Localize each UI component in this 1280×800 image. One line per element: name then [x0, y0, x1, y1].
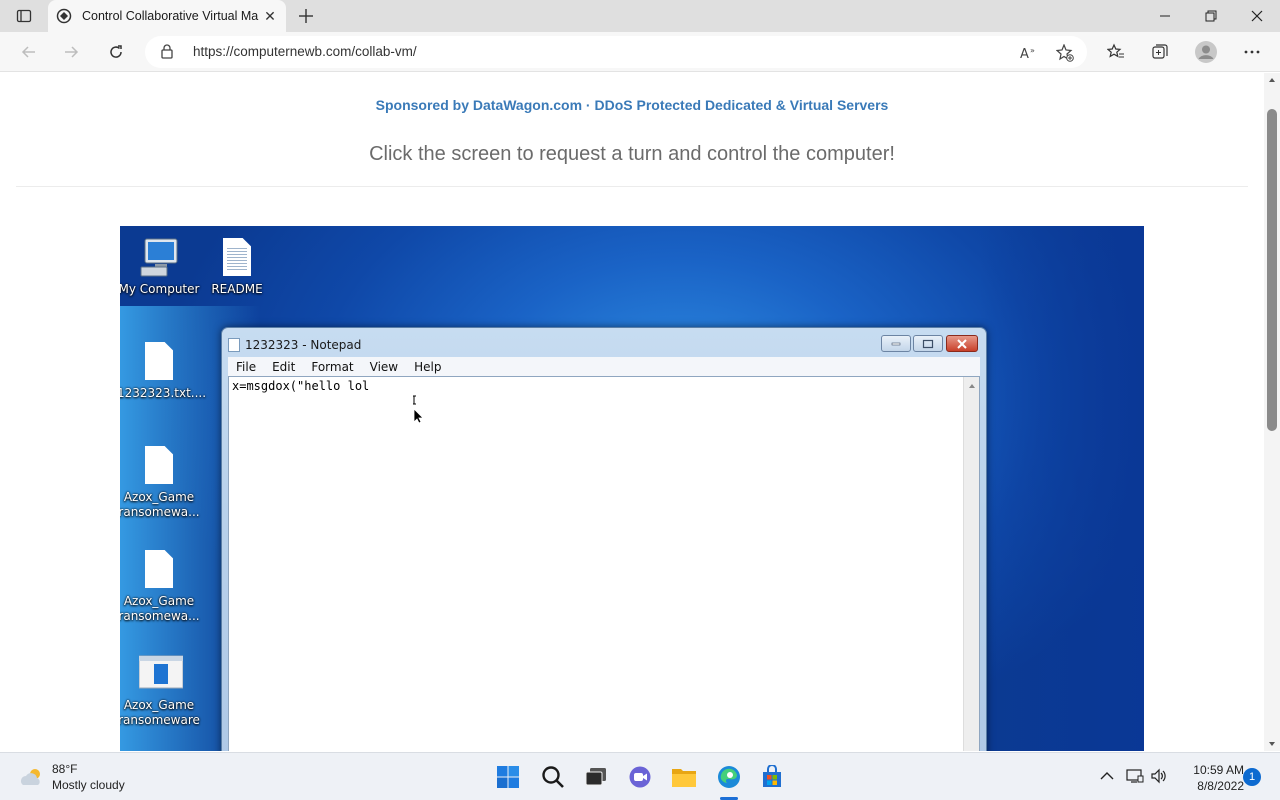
desktop-icon-label: Azox_Game ransomeware — [120, 698, 200, 727]
search-icon[interactable] — [539, 763, 567, 791]
desktop-icon-readme[interactable]: README — [195, 236, 279, 297]
svg-text:A: A — [1020, 47, 1029, 61]
menu-edit[interactable]: Edit — [264, 360, 303, 374]
more-options-icon[interactable] — [1238, 38, 1266, 66]
start-icon[interactable] — [494, 763, 522, 791]
lock-icon[interactable] — [161, 44, 173, 64]
notepad-title: 1232323 - Notepad — [245, 338, 362, 352]
taskbar: 88°F Mostly cloudy 10:59 AM 8/8/2022 1 — [0, 752, 1280, 800]
notepad-close-button[interactable] — [946, 335, 978, 352]
file-icon — [139, 340, 179, 384]
web-page: Sponsored by DataWagon.com · DDoS Protec… — [0, 73, 1264, 751]
desktop-icon-my-computer[interactable]: My Computer — [120, 236, 201, 297]
desktop-icon-azox-2[interactable]: Azox_Game ransomewa... — [120, 548, 201, 624]
sponsor-link[interactable]: Sponsored by DataWagon.com · DDoS Protec… — [0, 97, 1264, 113]
clock-date: 8/8/2022 — [1197, 779, 1244, 793]
clock-time: 10:59 AM — [1193, 763, 1244, 777]
desktop-icon-1232323[interactable]: 1232323.txt.... — [120, 340, 207, 401]
desktop-icon-label: 1232323.txt.... — [120, 386, 207, 400]
menu-help[interactable]: Help — [406, 360, 449, 374]
site-favicon-icon — [56, 8, 72, 24]
menu-view[interactable]: View — [362, 360, 406, 374]
cloudy-icon — [21, 769, 40, 785]
volume-icon[interactable] — [1148, 765, 1170, 787]
read-aloud-icon[interactable]: A» — [1018, 42, 1040, 64]
edge-browser-icon[interactable] — [715, 763, 743, 791]
tab-close-icon[interactable]: ✕ — [262, 8, 278, 24]
notification-badge[interactable]: 1 — [1243, 768, 1261, 786]
desktop-icon-label: Azox_Game ransomewa... — [120, 594, 200, 623]
restore-icon[interactable] — [1188, 0, 1234, 32]
task-view-icon[interactable] — [582, 763, 610, 791]
wallpaper-shade — [980, 226, 1144, 751]
browser-toolbar: https://computernewb.com/collab-vm/ A» — [0, 32, 1280, 72]
profile-avatar[interactable] — [1192, 38, 1220, 66]
system-clock[interactable]: 10:59 AM 8/8/2022 — [1172, 762, 1244, 794]
divider — [16, 186, 1248, 187]
forward-icon[interactable] — [57, 38, 85, 66]
tab-title: Control Collaborative Virtual Ma — [82, 9, 259, 23]
application-icon — [138, 652, 184, 696]
notepad-maximize-button[interactable] — [913, 335, 943, 352]
desktop-icon-azox-1[interactable]: Azox_Game ransomewa... — [120, 444, 201, 520]
notepad-scrollbar[interactable] — [963, 377, 979, 751]
desktop-icon-label: Azox_Game ransomewa... — [120, 490, 200, 519]
url-text: https://computernewb.com/collab-vm/ — [193, 44, 417, 59]
notepad-titlebar[interactable]: 1232323 - Notepad — [228, 334, 361, 356]
teams-chat-icon[interactable] — [626, 763, 654, 791]
desktop-icon-label: README — [211, 282, 263, 296]
notepad-menubar: File Edit Format View Help — [228, 357, 980, 376]
text-file-icon — [217, 236, 257, 280]
scrollbar-thumb[interactable] — [1267, 109, 1277, 431]
weather-desc: Mostly cloudy — [52, 778, 125, 792]
address-bar[interactable]: https://computernewb.com/collab-vm/ A» — [145, 36, 1087, 68]
notepad-icon — [228, 338, 240, 352]
mouse-cursor-icon — [412, 395, 424, 428]
weather-widget[interactable]: 88°F Mostly cloudy — [18, 761, 125, 793]
file-icon — [139, 444, 179, 488]
network-icon[interactable] — [1124, 765, 1146, 787]
svg-text:»: » — [1030, 46, 1035, 55]
browser-tab[interactable]: Control Collaborative Virtual Ma ✕ — [48, 0, 286, 32]
vm-screen[interactable]: My Computer README 1232323.txt.... Azox_… — [120, 226, 1144, 751]
desktop-icon-azox-exe[interactable]: Azox_Game ransomeware — [120, 652, 201, 728]
file-icon — [139, 548, 179, 592]
collections-icon[interactable] — [1146, 38, 1174, 66]
page-scrollbar[interactable] — [1264, 73, 1280, 751]
turn-instructions: Click the screen to request a turn and c… — [369, 143, 895, 165]
tab-strip: Control Collaborative Virtual Ma ✕ — [0, 0, 1280, 32]
new-tab-icon[interactable] — [294, 4, 318, 28]
tab-actions-icon[interactable] — [8, 4, 40, 28]
desktop-icon-label: My Computer — [120, 282, 200, 296]
notepad-minimize-button[interactable] — [881, 335, 911, 352]
my-computer-icon — [139, 236, 179, 280]
notepad-text-area[interactable]: x=msgdox("hello lol — [228, 376, 980, 751]
close-window-icon[interactable] — [1234, 0, 1280, 32]
minimize-icon[interactable] — [1142, 0, 1188, 32]
add-favorite-icon[interactable] — [1054, 42, 1076, 64]
show-hidden-icons-icon[interactable] — [1096, 765, 1118, 787]
refresh-icon[interactable] — [102, 38, 130, 66]
favorites-icon[interactable] — [1102, 38, 1130, 66]
notepad-content: x=msgdox("hello lol — [232, 379, 370, 393]
notepad-window[interactable]: 1232323 - Notepad File Edit Format View … — [221, 327, 987, 751]
microsoft-store-icon[interactable] — [758, 763, 786, 791]
file-explorer-icon[interactable] — [670, 763, 698, 791]
back-icon[interactable] — [15, 38, 43, 66]
weather-temp: 88°F — [52, 762, 78, 776]
menu-format[interactable]: Format — [303, 360, 361, 374]
menu-file[interactable]: File — [228, 360, 264, 374]
